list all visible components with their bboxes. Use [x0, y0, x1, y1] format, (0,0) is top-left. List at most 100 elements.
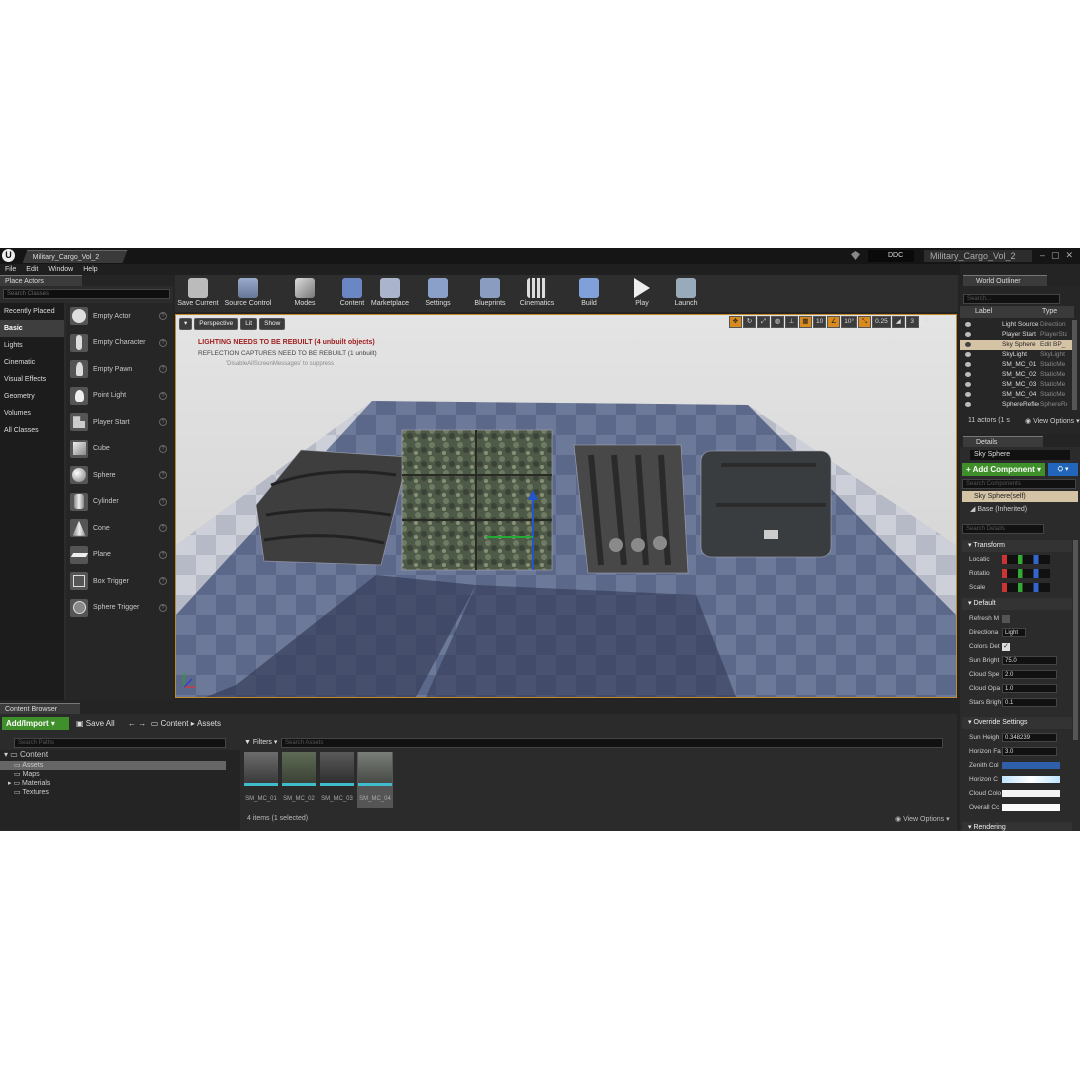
refresh-checkbox[interactable]	[1002, 615, 1010, 623]
source-control-button[interactable]: Source Control	[223, 275, 273, 312]
details-tab[interactable]: Details	[963, 436, 1043, 447]
save-all-button[interactable]: ▣ Save All	[76, 717, 115, 730]
category-recently-placed[interactable]: Recently Placed	[0, 303, 64, 320]
outliner-row[interactable]: SphereReflec SphereRe	[960, 400, 1072, 410]
eye-icon[interactable]	[965, 372, 971, 377]
tree-item-content[interactable]: ▾ ▭ Content	[0, 750, 240, 761]
viewport-options-button[interactable]: ▾	[179, 318, 193, 330]
colors-checkbox[interactable]: ✓	[1002, 643, 1010, 651]
launch-button[interactable]: Launch	[669, 275, 703, 312]
asset-tile[interactable]: SM_MC_01	[243, 752, 279, 802]
category-visual-effects[interactable]: Visual Effects	[0, 371, 64, 388]
section-default[interactable]: ▾ Default	[962, 598, 1072, 610]
rotation-snap-value[interactable]: 10°	[841, 316, 858, 328]
eye-icon[interactable]	[965, 332, 971, 337]
actor-point-light[interactable]: Point Light?	[66, 383, 173, 410]
directional-dropdown[interactable]: Light	[1002, 628, 1026, 637]
outliner-row[interactable]: Light Source Direction	[960, 320, 1072, 330]
help-icon[interactable]: ?	[159, 550, 167, 559]
tree-item-maps[interactable]: ▭ Maps	[0, 770, 240, 779]
zenith-color-swatch[interactable]	[1002, 762, 1060, 769]
outliner-row[interactable]: Player Start PlayerSta	[960, 330, 1072, 340]
actor-box-trigger[interactable]: Box Trigger?	[66, 568, 173, 595]
asset-tile[interactable]: SM_MC_03	[319, 752, 355, 802]
surface-snap-icon[interactable]: ⊥	[785, 316, 798, 328]
tree-item-assets[interactable]: ▭ Assets	[0, 761, 226, 770]
help-icon[interactable]: ?	[159, 312, 167, 320]
actor-plane[interactable]: Plane?	[66, 542, 173, 569]
menu-file[interactable]: File	[5, 266, 16, 273]
actor-sphere[interactable]: Sphere?	[66, 462, 173, 489]
help-icon[interactable]: ?	[159, 444, 167, 453]
outliner-view-options[interactable]: ◉ View Options ▾	[1025, 417, 1080, 425]
scale-snap-value[interactable]: 0.25	[872, 316, 891, 328]
row-type[interactable]: Edit BP_	[1040, 340, 1067, 350]
add-component-button[interactable]: + Add Component ▾	[962, 463, 1045, 476]
outliner-row[interactable]: SkyLight SkyLight	[960, 350, 1072, 360]
back-arrow-icon[interactable]: ←	[128, 717, 136, 730]
show-button[interactable]: Show	[259, 318, 286, 330]
rotation-fields[interactable]	[1002, 569, 1050, 578]
asset-tile[interactable]: SM_MC_02	[281, 752, 317, 802]
horizon-color-swatch[interactable]	[1002, 776, 1060, 783]
world-outliner-tab[interactable]: World Outliner	[963, 275, 1047, 286]
scale-fields[interactable]	[1002, 583, 1050, 592]
eye-icon[interactable]	[965, 362, 971, 367]
perspective-button[interactable]: Perspective	[194, 318, 239, 330]
marketplace-icon[interactable]	[851, 251, 860, 260]
component-self[interactable]: Sky Sphere(self)	[962, 491, 1078, 502]
asset-tile-selected[interactable]: SM_MC_04	[357, 752, 393, 808]
cloud-color-swatch[interactable]	[1002, 790, 1060, 797]
play-button[interactable]: Play	[627, 275, 657, 312]
add-import-button[interactable]: Add/Import ▾	[2, 717, 69, 730]
level-viewport[interactable]: ▾ Perspective Lit Show LIGHTING NEEDS TO…	[175, 314, 957, 698]
help-icon[interactable]: ?	[159, 391, 167, 400]
actor-sphere-trigger[interactable]: Sphere Trigger?	[66, 595, 173, 622]
rotate-mode-icon[interactable]: ↻	[743, 316, 756, 328]
eye-icon[interactable]	[965, 392, 971, 397]
section-override-settings[interactable]: ▾ Override Settings	[962, 717, 1072, 729]
menu-edit[interactable]: Edit	[26, 266, 38, 273]
category-lights[interactable]: Lights	[0, 337, 64, 354]
component-base[interactable]: ◢ Base (Inherited)	[970, 505, 1027, 513]
category-cinematic[interactable]: Cinematic	[0, 354, 64, 371]
eye-icon[interactable]	[965, 402, 971, 407]
actor-empty-pawn[interactable]: Empty Pawn?	[66, 356, 173, 383]
filters-button[interactable]: ▼ Filters ▾	[244, 738, 277, 746]
overall-color-swatch[interactable]	[1002, 804, 1060, 811]
blueprints-button[interactable]: Blueprints	[471, 275, 509, 312]
category-geometry[interactable]: Geometry	[0, 388, 64, 405]
actor-name-field[interactable]: Sky Sphere	[970, 450, 1070, 460]
place-actors-tab[interactable]: Place Actors	[0, 275, 82, 286]
section-rendering[interactable]: ▾ Rendering	[962, 822, 1072, 831]
save-current-button[interactable]: Save Current	[177, 275, 219, 312]
lit-button[interactable]: Lit	[240, 318, 258, 330]
stars-brightness-value[interactable]: 0.1	[1002, 698, 1057, 707]
breadcrumb-content[interactable]: Content	[160, 717, 188, 730]
cloud-opacity-value[interactable]: 1.0	[1002, 684, 1057, 693]
sun-brightness-value[interactable]: 75.0	[1002, 656, 1057, 665]
actor-cone[interactable]: Cone?	[66, 515, 173, 542]
search-details-input[interactable]: Search Details	[962, 524, 1044, 534]
outliner-row[interactable]: SM_MC_01 StaticMe	[960, 360, 1072, 370]
view-options-button[interactable]: ◉ View Options ▾	[895, 815, 950, 823]
details-scrollbar[interactable]	[1073, 540, 1078, 740]
grid-snap-icon[interactable]: ▦	[799, 316, 812, 328]
build-button[interactable]: Build	[573, 275, 605, 312]
breadcrumb-assets[interactable]: Assets	[197, 717, 221, 730]
maximize-viewport-icon[interactable]: ⊡	[920, 316, 933, 328]
help-icon[interactable]: ?	[159, 418, 167, 426]
content-browser-tab[interactable]: Content Browser	[0, 703, 80, 714]
outliner-search-input[interactable]: Search...	[963, 294, 1060, 304]
modes-button[interactable]: Modes	[287, 275, 323, 312]
help-icon[interactable]: ?	[159, 497, 167, 506]
category-all-classes[interactable]: All Classes	[0, 422, 64, 439]
camera-speed-icon[interactable]: ◢	[891, 316, 905, 328]
actor-cylinder[interactable]: Cylinder?	[66, 489, 173, 516]
column-type[interactable]: Type	[1042, 306, 1057, 318]
menu-help[interactable]: Help	[83, 266, 97, 273]
help-icon[interactable]: ?	[159, 365, 167, 373]
horizon-falloff-value[interactable]: 3.0	[1002, 747, 1057, 756]
actor-empty-character[interactable]: Empty Character?	[66, 330, 173, 357]
scale-mode-icon[interactable]: ⤢	[757, 316, 770, 328]
